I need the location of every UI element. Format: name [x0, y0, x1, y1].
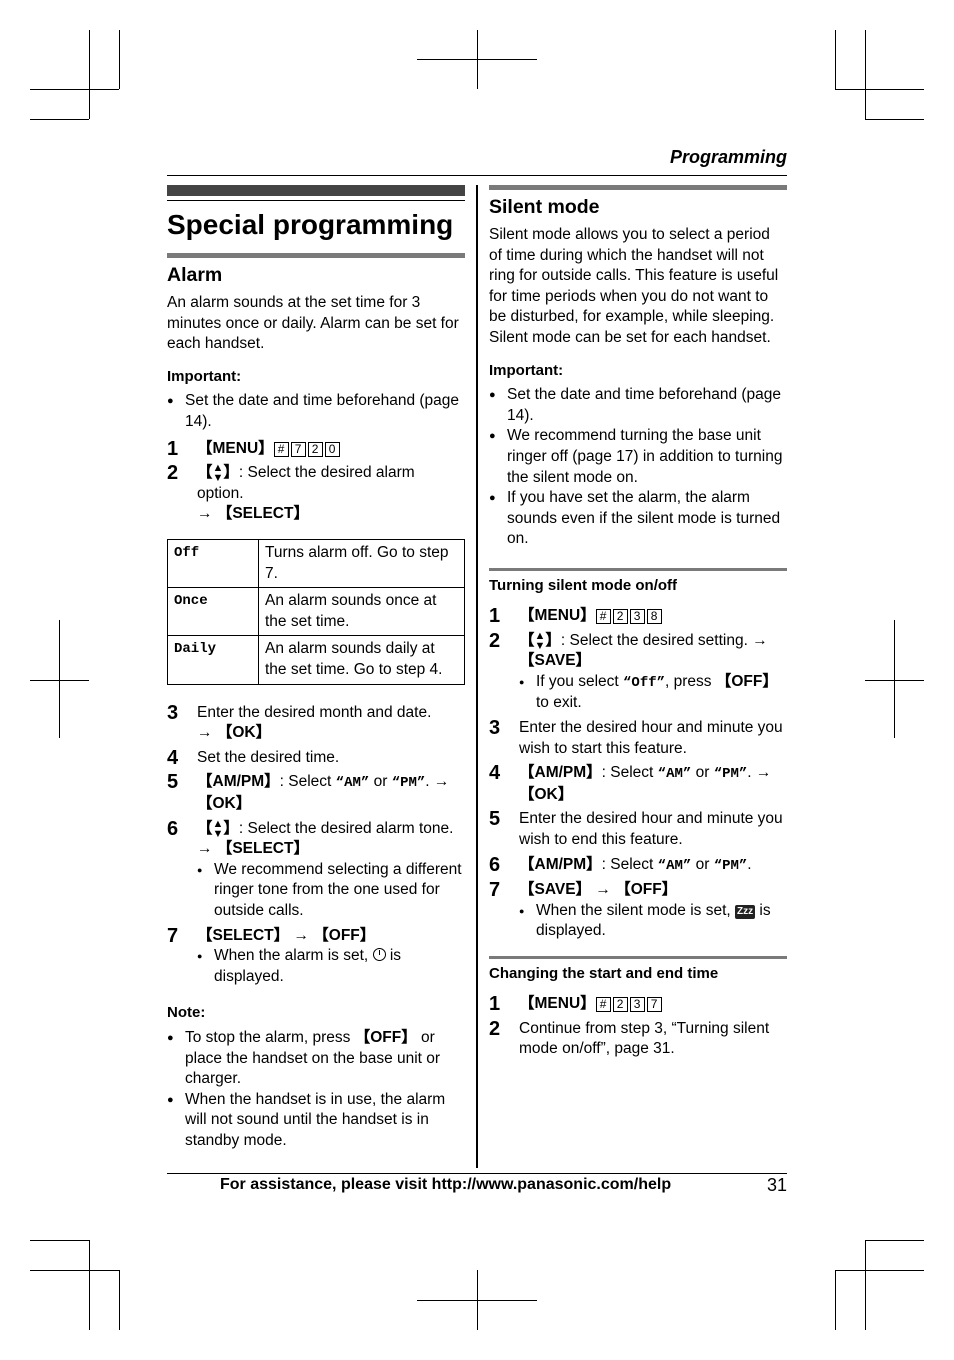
subsection-heading: Turning silent mode on/off	[489, 576, 678, 594]
alarm-options-table: Off Turns alarm off. Go to step 7. Once An…	[167, 539, 465, 685]
key-hash: #	[273, 441, 289, 457]
list-item: Set the date and time beforehand (page 1…	[167, 391, 465, 432]
section-rule	[489, 185, 787, 190]
table-row: Off Turns alarm off. Go to step 7.	[167, 539, 465, 589]
list-item: To stop the alarm, press 【OFF】 or place …	[167, 1028, 465, 1090]
up-down-arrow-icon: ▲ ▼	[212, 817, 224, 840]
select-key: 【SELECT】	[216, 505, 309, 523]
step-4: 4 【AM/PM】: Select “AM” or “PM”. → 【OK】	[489, 762, 772, 803]
menu-key: 【MENU】	[197, 439, 274, 457]
step-4: 4 Set the desired time.	[167, 746, 340, 769]
section-heading-alarm: Alarm	[167, 264, 223, 286]
list-item: When the silent mode is set, Zzz is disp…	[519, 901, 787, 942]
list-item: If you select “Off”, press 【OFF】 to exit…	[519, 672, 787, 714]
title-bar	[167, 185, 465, 196]
running-head: Programming	[669, 147, 787, 167]
header-rule	[167, 175, 787, 176]
step-2: 2 【▲ ▼】: Select the desired alarm option.…	[167, 462, 415, 523]
key-digit: 7	[290, 441, 306, 457]
step-3: 3 Enter the desired month and date. → 【O…	[167, 701, 432, 742]
step-6: 6 【AM/PM】: Select “AM” or “PM”.	[489, 853, 752, 876]
note-label: Note:	[167, 1004, 206, 1022]
subsection-rule	[489, 567, 787, 571]
step-6: 6 【▲ ▼】: Select the desired alarm tone. →…	[167, 817, 465, 922]
page-number: 31	[766, 1175, 787, 1195]
step-1: 1 【MENU】 #2 3 7	[489, 993, 787, 1015]
silent-intro: Silent mode allows you to select a perio…	[489, 226, 779, 346]
title-rule	[167, 200, 465, 201]
right-column: Silent mode Silent mode allows you to se…	[489, 185, 787, 1060]
column-divider	[476, 185, 478, 1168]
footer-rule	[167, 1173, 787, 1174]
step-7: 7 【SELECT】 → 【OFF】 When the alarm is set…	[167, 925, 465, 988]
left-column: Special programming Alarm An alarm sound…	[167, 185, 465, 1152]
up-down-arrow-icon: ▲ ▼	[534, 629, 546, 652]
step-1: 1 【MENU】 #2 3 8	[489, 605, 787, 627]
note-list: To stop the alarm, press 【OFF】 or place …	[167, 1028, 465, 1152]
section-heading-silent-mode: Silent mode	[489, 196, 600, 218]
alarm-clock-icon	[372, 948, 386, 962]
step-1: 1 【MENU】 #7 2 0	[167, 438, 465, 460]
step-7: 7 【SAVE】 → 【OFF】 When the silent mode is…	[489, 879, 787, 942]
step-3: 3 Enter the desired hour and minute you …	[489, 716, 783, 757]
up-down-arrow-icon: ▲ ▼	[212, 462, 224, 485]
list-item: We recommend turning the base unit ringe…	[489, 426, 787, 488]
list-item: When the handset is in use, the alarm wi…	[167, 1090, 465, 1152]
table-row: Daily An alarm sounds daily at the set ti…	[167, 635, 465, 685]
list-item: If you have set the alarm, the alarm sou…	[489, 488, 787, 550]
table-row: Once An alarm sounds once at the set time…	[167, 587, 465, 637]
step-2: 2 Continue from step 3, “Turning silent …	[489, 1017, 770, 1058]
footer-help-text: For assistance, please visit http://www.…	[220, 1176, 672, 1193]
important-label: Important:	[489, 361, 564, 379]
key-digit: 0	[324, 441, 340, 457]
alarm-intro: An alarm sounds at the set time for 3 mi…	[167, 294, 459, 353]
step-2: 2 【▲ ▼】: Select the desired setting. → 【S…	[489, 629, 787, 714]
page-title: Special programming	[167, 209, 454, 240]
silent-mode-icon: Zzz	[735, 904, 756, 919]
important-list: Set the date and time beforehand (page 1…	[167, 391, 465, 432]
list-item: When the alarm is set, is displayed.	[197, 946, 465, 987]
subsection-heading: Changing the start and end time	[489, 964, 719, 982]
key-digit: 2	[307, 441, 323, 457]
subsection-rule	[489, 955, 787, 959]
important-label: Important:	[167, 367, 242, 385]
important-list: Set the date and time beforehand (page 1…	[489, 385, 787, 550]
step-5: 5 Enter the desired hour and minute you …	[489, 808, 783, 848]
section-rule	[167, 253, 465, 258]
list-item: We recommend selecting a different ringe…	[197, 860, 465, 922]
step-5: 5 【AM/PM】: Select “AM” or “PM”. → 【OK】	[167, 771, 450, 812]
list-item: Set the date and time beforehand (page 1…	[489, 385, 787, 426]
